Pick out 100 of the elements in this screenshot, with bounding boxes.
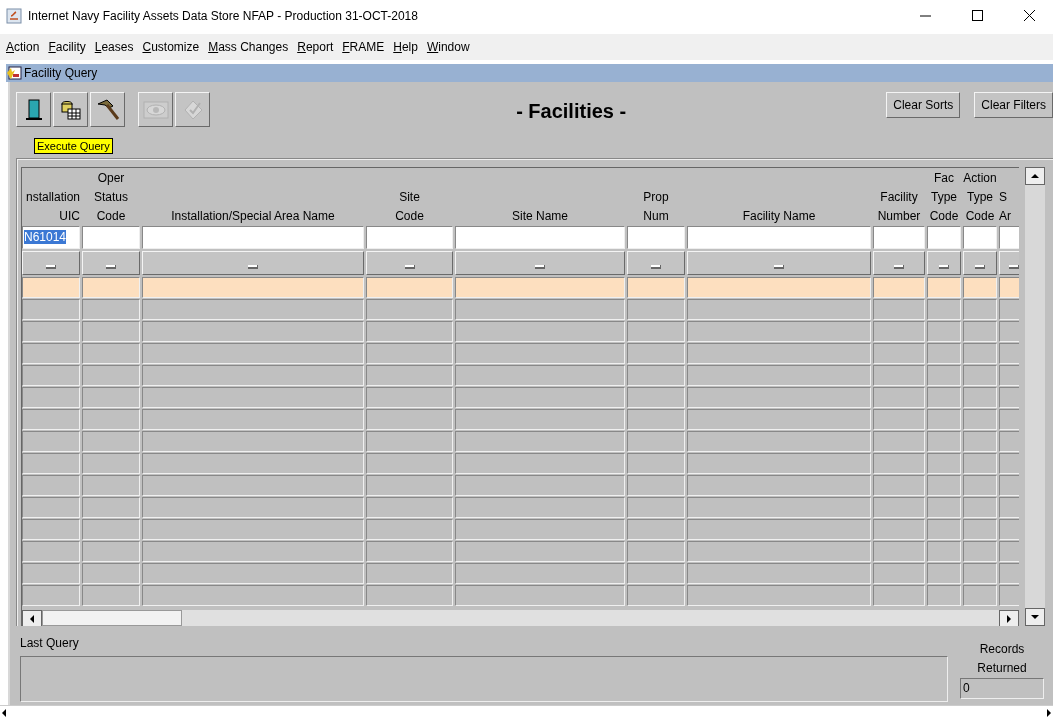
table-cell[interactable] xyxy=(366,342,453,364)
sort-button[interactable] xyxy=(82,250,140,275)
table-cell[interactable] xyxy=(22,452,80,474)
table-cell[interactable] xyxy=(927,584,961,606)
table-cell[interactable] xyxy=(22,518,80,540)
table-cell[interactable] xyxy=(927,518,961,540)
table-cell[interactable] xyxy=(455,298,625,320)
table-cell[interactable] xyxy=(687,386,871,408)
table-cell[interactable] xyxy=(142,496,364,518)
table-cell[interactable] xyxy=(687,540,871,562)
table-cell[interactable] xyxy=(455,364,625,386)
table-cell[interactable] xyxy=(142,540,364,562)
table-cell[interactable] xyxy=(627,562,685,584)
down-arrow-icon[interactable] xyxy=(1031,613,1039,620)
table-cell[interactable] xyxy=(366,276,453,298)
table-cell[interactable] xyxy=(687,430,871,452)
table-cell[interactable] xyxy=(22,496,80,518)
table-cell[interactable] xyxy=(82,452,140,474)
menu-item[interactable]: Leases xyxy=(94,40,134,54)
table-cell[interactable] xyxy=(963,430,997,452)
table-cell[interactable] xyxy=(366,474,453,496)
menu-item[interactable]: Mass Changes xyxy=(208,40,289,54)
table-cell[interactable] xyxy=(455,408,625,430)
table-cell[interactable] xyxy=(927,276,961,298)
table-cell[interactable] xyxy=(687,298,871,320)
table-cell[interactable] xyxy=(627,276,685,298)
filter-field[interactable]: N61014 xyxy=(22,225,80,249)
table-cell[interactable] xyxy=(927,342,961,364)
table-cell[interactable] xyxy=(142,298,364,320)
table-cell[interactable] xyxy=(687,452,871,474)
filter-field[interactable] xyxy=(455,225,625,249)
sort-button[interactable] xyxy=(927,250,961,275)
filter-field[interactable] xyxy=(963,225,997,249)
left-arrow-icon[interactable] xyxy=(29,614,35,623)
table-cell[interactable] xyxy=(22,364,80,386)
table-cell[interactable] xyxy=(366,364,453,386)
table-cell[interactable] xyxy=(963,496,997,518)
table-cell[interactable] xyxy=(963,584,997,606)
table-cell[interactable] xyxy=(627,584,685,606)
filter-field[interactable] xyxy=(873,225,925,249)
table-cell[interactable] xyxy=(927,496,961,518)
table-cell[interactable] xyxy=(366,408,453,430)
menu-item[interactable]: FRAME xyxy=(342,40,385,54)
table-cell[interactable] xyxy=(687,276,871,298)
table-cell[interactable] xyxy=(627,342,685,364)
filter-field[interactable] xyxy=(142,225,364,249)
table-cell[interactable] xyxy=(82,276,140,298)
menu-item[interactable]: Help xyxy=(393,40,418,54)
table-cell[interactable] xyxy=(963,364,997,386)
table-cell[interactable] xyxy=(627,364,685,386)
table-cell[interactable] xyxy=(963,276,997,298)
sort-button[interactable] xyxy=(22,250,80,275)
table-cell[interactable] xyxy=(142,342,364,364)
filter-field[interactable] xyxy=(927,225,961,249)
table-cell[interactable] xyxy=(22,430,80,452)
table-cell[interactable] xyxy=(873,584,925,606)
table-cell[interactable] xyxy=(963,518,997,540)
table-cell[interactable] xyxy=(873,540,925,562)
table-cell[interactable] xyxy=(82,540,140,562)
table-cell[interactable] xyxy=(366,386,453,408)
sort-button[interactable] xyxy=(873,250,925,275)
table-cell[interactable] xyxy=(22,562,80,584)
table-cell[interactable] xyxy=(142,320,364,342)
table-cell[interactable] xyxy=(873,430,925,452)
table-cell[interactable] xyxy=(22,342,80,364)
table-cell[interactable] xyxy=(455,342,625,364)
table-cell[interactable] xyxy=(455,386,625,408)
table-cell[interactable] xyxy=(963,540,997,562)
sort-button[interactable] xyxy=(366,250,453,275)
table-cell[interactable] xyxy=(142,452,364,474)
table-cell[interactable] xyxy=(366,320,453,342)
table-cell[interactable] xyxy=(963,298,997,320)
table-cell[interactable] xyxy=(963,562,997,584)
table-cell[interactable] xyxy=(366,452,453,474)
table-cell[interactable] xyxy=(873,298,925,320)
right-arrow-icon[interactable] xyxy=(1045,706,1053,720)
table-cell[interactable] xyxy=(366,584,453,606)
table-cell[interactable] xyxy=(142,562,364,584)
table-cell[interactable] xyxy=(142,518,364,540)
table-cell[interactable] xyxy=(687,320,871,342)
table-cell[interactable] xyxy=(142,474,364,496)
table-cell[interactable] xyxy=(455,320,625,342)
table-cell[interactable] xyxy=(22,474,80,496)
table-cell[interactable] xyxy=(927,408,961,430)
table-cell[interactable] xyxy=(927,562,961,584)
action-button[interactable]: Clear Filters xyxy=(974,92,1053,118)
table-cell[interactable] xyxy=(873,342,925,364)
table-cell[interactable] xyxy=(627,408,685,430)
table-cell[interactable] xyxy=(873,518,925,540)
table-cell[interactable] xyxy=(455,496,625,518)
table-cell[interactable] xyxy=(627,430,685,452)
horizontal-scrollbar[interactable] xyxy=(22,609,1019,626)
table-cell[interactable] xyxy=(366,496,453,518)
table-cell[interactable] xyxy=(366,518,453,540)
table-cell[interactable] xyxy=(455,452,625,474)
filter-field[interactable] xyxy=(82,225,140,249)
table-cell[interactable] xyxy=(366,562,453,584)
table-cell[interactable] xyxy=(455,562,625,584)
toolbar-button[interactable] xyxy=(16,92,51,127)
sort-button[interactable] xyxy=(142,250,364,275)
